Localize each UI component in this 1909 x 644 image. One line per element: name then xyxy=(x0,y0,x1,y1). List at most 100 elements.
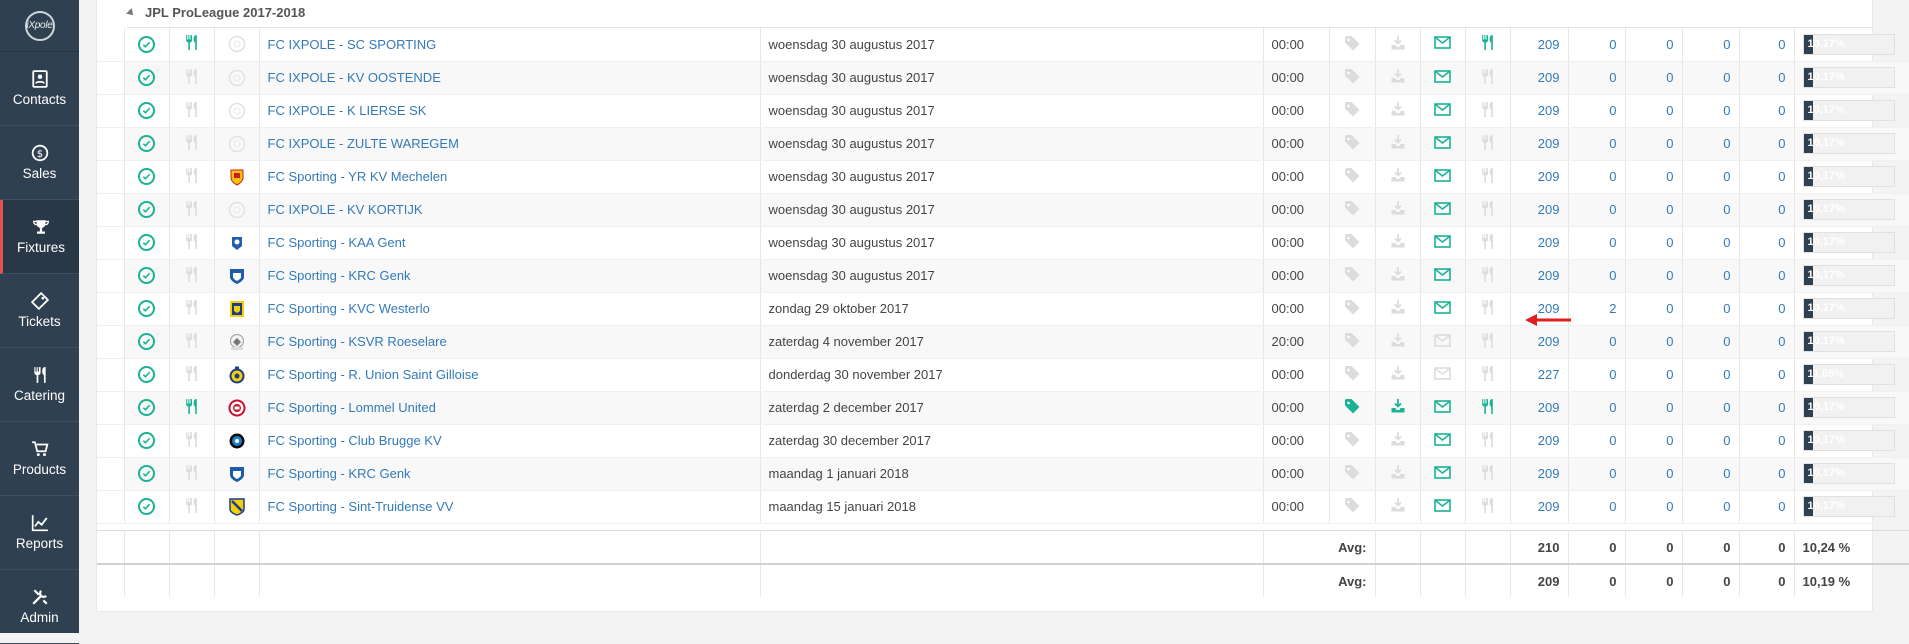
mail-icon[interactable] xyxy=(1419,424,1465,458)
tag-icon[interactable] xyxy=(1328,292,1375,326)
catering-icon[interactable] xyxy=(168,28,214,62)
download-icon[interactable] xyxy=(1374,358,1420,392)
count-value[interactable]: 0 xyxy=(1666,334,1673,349)
catering-status-icon[interactable] xyxy=(1464,226,1510,260)
status-check-icon[interactable] xyxy=(138,201,155,218)
sidebar-item-reports[interactable]: Reports xyxy=(0,496,79,570)
count-value[interactable]: 0 xyxy=(1666,169,1673,184)
capacity-value[interactable]: 209 xyxy=(1538,37,1560,52)
fixture-link[interactable]: FC IXPOLE - ZULTE WAREGEM xyxy=(268,136,459,151)
catering-icon[interactable] xyxy=(168,424,214,458)
catering-status-icon[interactable] xyxy=(1464,391,1510,425)
count-value[interactable]: 0 xyxy=(1723,70,1730,85)
capacity-value[interactable]: 209 xyxy=(1538,136,1560,151)
mail-icon[interactable] xyxy=(1419,226,1465,260)
download-icon[interactable] xyxy=(1374,127,1420,161)
download-icon[interactable] xyxy=(1374,160,1420,194)
count-value[interactable]: 0 xyxy=(1723,268,1730,283)
sidebar-item-fixtures[interactable]: Fixtures xyxy=(0,200,79,274)
count-value[interactable]: 0 xyxy=(1723,202,1730,217)
status-check-icon[interactable] xyxy=(138,366,155,383)
count-value[interactable]: 0 xyxy=(1723,400,1730,415)
count-value[interactable]: 0 xyxy=(1723,433,1730,448)
mail-icon[interactable] xyxy=(1419,325,1465,359)
fixture-link[interactable]: FC Sporting - YR KV Mechelen xyxy=(268,169,448,184)
count-value[interactable]: 0 xyxy=(1666,235,1673,250)
count-value[interactable]: 0 xyxy=(1723,466,1730,481)
status-check-icon[interactable] xyxy=(138,267,155,284)
count-value[interactable]: 0 xyxy=(1723,367,1730,382)
status-check-icon[interactable] xyxy=(138,234,155,251)
count-value[interactable]: 0 xyxy=(1666,268,1673,283)
fixture-link[interactable]: FC IXPOLE - KV OOSTENDE xyxy=(268,70,441,85)
catering-status-icon[interactable] xyxy=(1464,127,1510,161)
sidebar-item-catering[interactable]: Catering xyxy=(0,348,79,422)
capacity-value[interactable]: 209 xyxy=(1538,235,1560,250)
count-value[interactable]: 0 xyxy=(1778,103,1785,118)
count-value[interactable]: 0 xyxy=(1609,334,1616,349)
count-value[interactable]: 0 xyxy=(1666,400,1673,415)
status-check-icon[interactable] xyxy=(138,35,155,53)
count-value[interactable]: 0 xyxy=(1778,466,1785,481)
sidebar-item-sales[interactable]: $ Sales xyxy=(0,126,79,200)
count-value[interactable]: 0 xyxy=(1723,235,1730,250)
count-value[interactable]: 0 xyxy=(1666,70,1673,85)
download-icon[interactable] xyxy=(1374,325,1420,359)
catering-status-icon[interactable] xyxy=(1464,457,1510,491)
collapse-triangle-icon[interactable] xyxy=(126,7,136,18)
count-value[interactable]: 0 xyxy=(1609,103,1616,118)
mail-icon[interactable] xyxy=(1419,358,1465,392)
catering-icon[interactable] xyxy=(168,160,214,194)
mail-icon[interactable] xyxy=(1419,391,1465,425)
capacity-value[interactable]: 209 xyxy=(1538,499,1560,514)
catering-icon[interactable] xyxy=(168,94,214,128)
count-value[interactable]: 0 xyxy=(1609,202,1616,217)
capacity-value[interactable]: 209 xyxy=(1538,466,1560,481)
count-value[interactable]: 0 xyxy=(1723,169,1730,184)
count-value[interactable]: 0 xyxy=(1666,433,1673,448)
mail-icon[interactable] xyxy=(1419,193,1465,227)
count-value[interactable]: 0 xyxy=(1609,367,1616,382)
download-icon[interactable] xyxy=(1374,61,1420,95)
count-value[interactable]: 0 xyxy=(1778,400,1785,415)
tag-icon[interactable] xyxy=(1328,226,1375,260)
count-value[interactable]: 0 xyxy=(1723,103,1730,118)
tag-icon[interactable] xyxy=(1328,358,1375,392)
fixture-link[interactable]: FC Sporting - KRC Genk xyxy=(268,466,411,481)
count-value[interactable]: 0 xyxy=(1666,202,1673,217)
count-value[interactable]: 0 xyxy=(1778,433,1785,448)
catering-status-icon[interactable] xyxy=(1464,292,1510,326)
catering-icon[interactable] xyxy=(168,127,214,161)
download-icon[interactable] xyxy=(1374,424,1420,458)
capacity-value[interactable]: 209 xyxy=(1538,400,1560,415)
count-value[interactable]: 0 xyxy=(1778,70,1785,85)
catering-status-icon[interactable] xyxy=(1464,424,1510,458)
tag-icon[interactable] xyxy=(1328,424,1375,458)
tag-icon[interactable] xyxy=(1328,193,1375,227)
status-check-icon[interactable] xyxy=(138,135,155,152)
count-value[interactable]: 0 xyxy=(1609,37,1616,52)
count-value[interactable]: 0 xyxy=(1666,499,1673,514)
mail-icon[interactable] xyxy=(1419,127,1465,161)
download-icon[interactable] xyxy=(1374,457,1420,491)
count-value[interactable]: 0 xyxy=(1778,37,1785,52)
download-icon[interactable] xyxy=(1374,226,1420,260)
count-value[interactable]: 0 xyxy=(1723,136,1730,151)
count-value[interactable]: 0 xyxy=(1666,37,1673,52)
count-value[interactable]: 0 xyxy=(1778,301,1785,316)
sidebar-item-contacts[interactable]: Contacts xyxy=(0,52,79,126)
fixture-link[interactable]: FC Sporting - R. Union Saint Gilloise xyxy=(268,367,479,382)
count-value[interactable]: 0 xyxy=(1609,499,1616,514)
sidebar-item-tickets[interactable]: Tickets xyxy=(0,274,79,348)
fixture-link[interactable]: FC Sporting - Lommel United xyxy=(268,400,436,415)
status-check-icon[interactable] xyxy=(138,498,155,515)
count-value[interactable]: 0 xyxy=(1609,169,1616,184)
catering-icon[interactable] xyxy=(168,358,214,392)
count-value[interactable]: 0 xyxy=(1778,499,1785,514)
fixture-link[interactable]: FC Sporting - Sint-Truidense VV xyxy=(268,499,454,514)
count-value[interactable]: 0 xyxy=(1778,169,1785,184)
count-value[interactable]: 0 xyxy=(1609,136,1616,151)
tag-icon[interactable] xyxy=(1328,259,1375,293)
catering-status-icon[interactable] xyxy=(1464,325,1510,359)
count-value[interactable]: 0 xyxy=(1778,136,1785,151)
